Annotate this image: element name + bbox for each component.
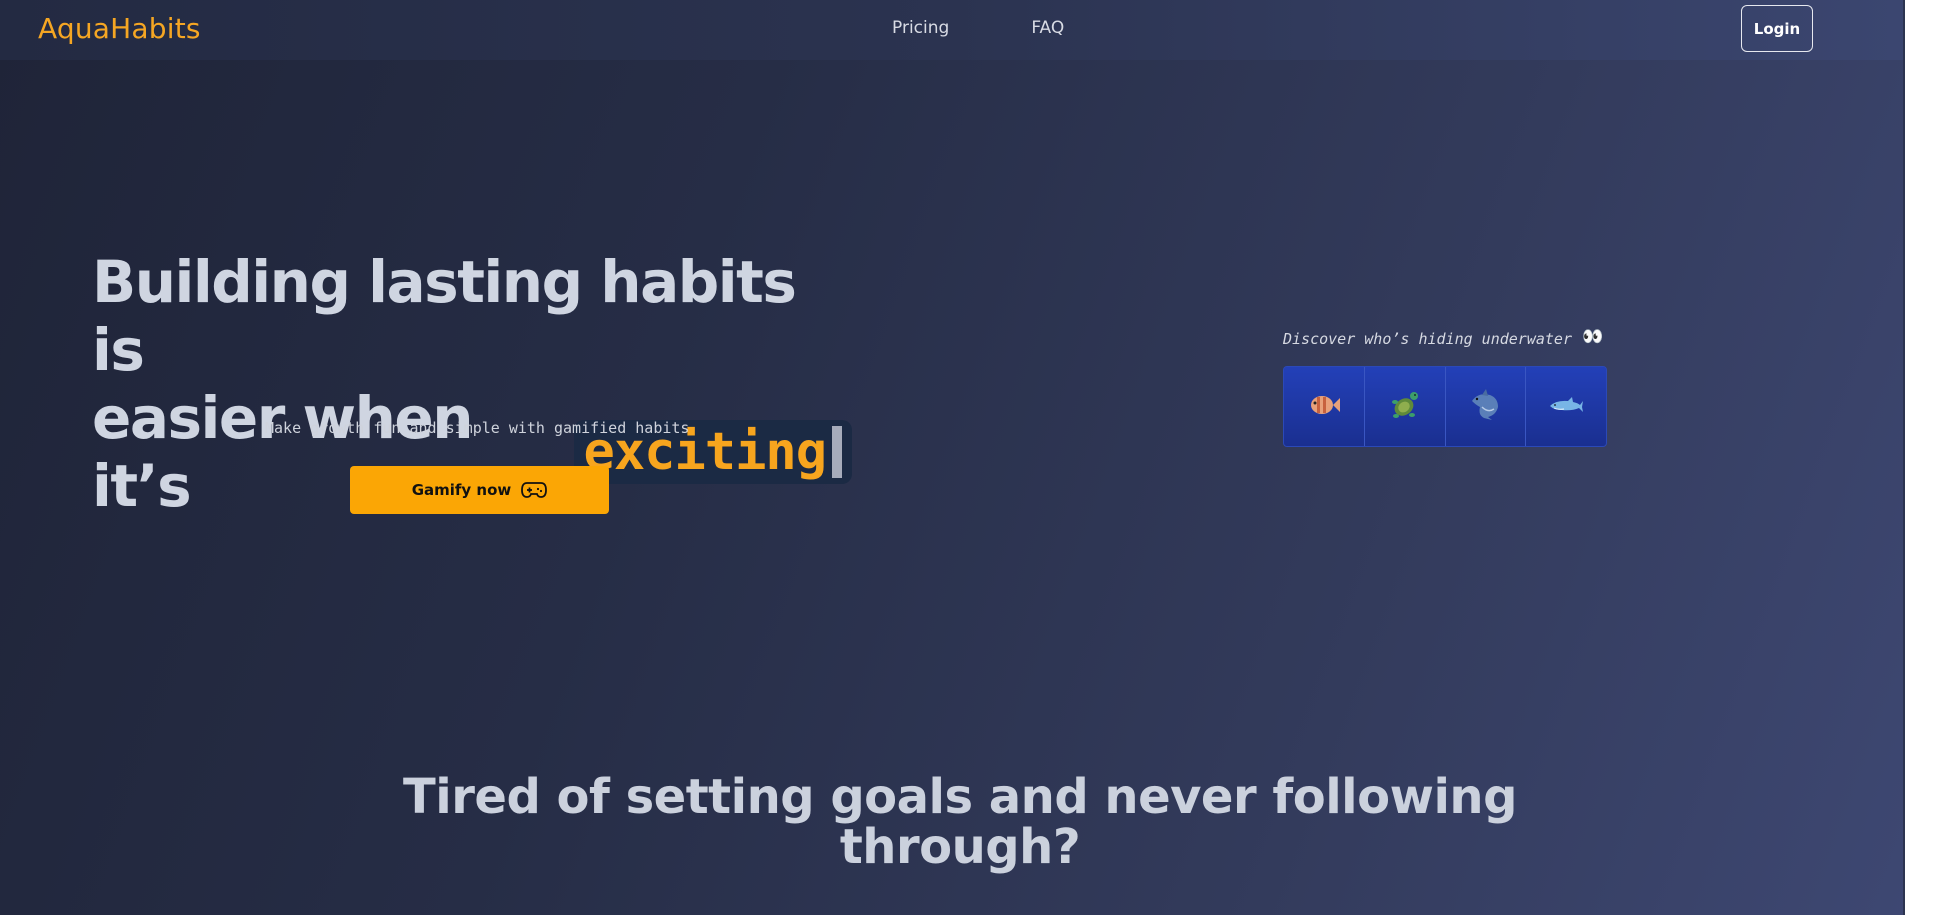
hero-title-line1: Building lasting habits is bbox=[92, 248, 797, 384]
nav-link-faq[interactable]: FAQ bbox=[1031, 18, 1064, 38]
brand-logo[interactable]: AquaHabits bbox=[38, 12, 201, 45]
fish-icon bbox=[1307, 393, 1341, 421]
discover-label: Discover who’s hiding underwater 👀 bbox=[1283, 327, 1603, 348]
creature-cell-fish[interactable] bbox=[1284, 367, 1365, 446]
creature-cell-dolphin[interactable] bbox=[1445, 367, 1527, 446]
shark-icon bbox=[1548, 395, 1584, 419]
hero-subtitle: Make growth fun and simple with gamified… bbox=[265, 419, 690, 437]
scrollbar-area[interactable] bbox=[1905, 0, 1938, 915]
typing-cursor bbox=[832, 426, 842, 478]
creature-grid bbox=[1283, 366, 1607, 447]
page: AquaHabits Pricing FAQ Login Building la… bbox=[0, 0, 1938, 915]
gamepad-icon bbox=[521, 481, 548, 499]
dolphin-icon bbox=[1468, 388, 1502, 425]
discover-text: Discover who’s hiding underwater bbox=[1283, 330, 1572, 348]
nav-links: Pricing FAQ bbox=[892, 18, 1064, 38]
turtle-icon bbox=[1388, 390, 1422, 424]
top-nav: AquaHabits Pricing FAQ Login bbox=[0, 0, 1903, 60]
nav-link-pricing[interactable]: Pricing bbox=[892, 18, 949, 38]
creature-cell-turtle[interactable] bbox=[1364, 367, 1446, 446]
login-button[interactable]: Login bbox=[1741, 5, 1813, 52]
gamify-now-label: Gamify now bbox=[411, 481, 512, 499]
eyes-icon: 👀 bbox=[1581, 327, 1604, 347]
problem-section-title: Tired of setting goals and never followi… bbox=[403, 769, 1517, 875]
gamify-now-button[interactable]: Gamify now bbox=[350, 466, 609, 514]
creature-cell-shark[interactable] bbox=[1526, 367, 1606, 446]
